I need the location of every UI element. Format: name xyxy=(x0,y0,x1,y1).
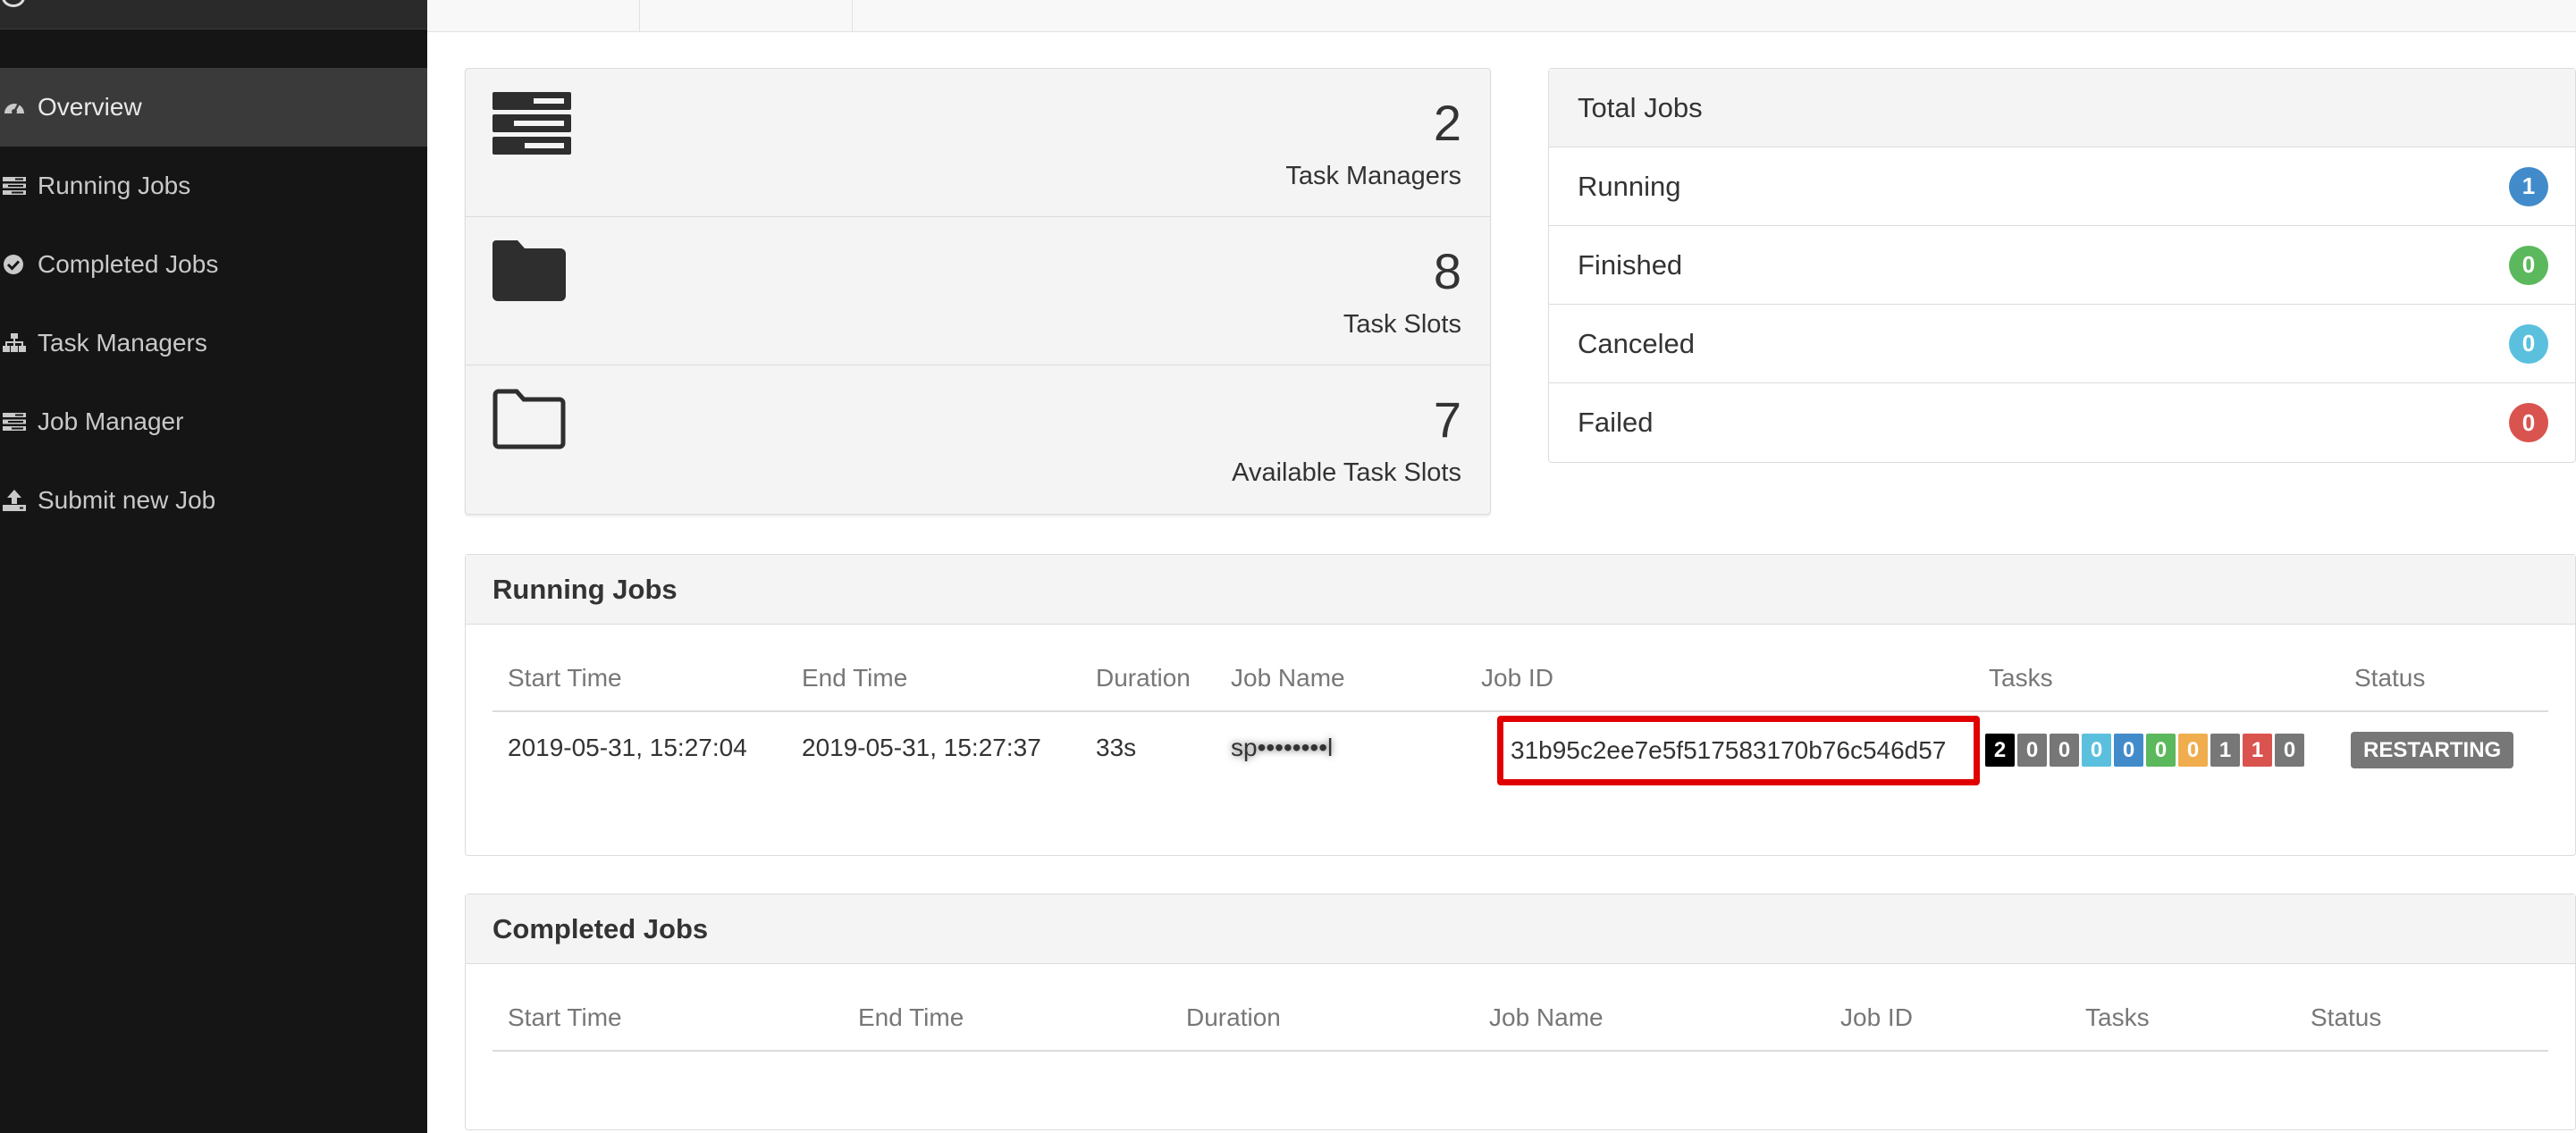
server-icon xyxy=(492,92,571,159)
stat-label: Task Managers xyxy=(1285,162,1461,190)
task-count-badge: 0 xyxy=(2050,734,2079,767)
status-badge: RESTARTING xyxy=(2351,732,2514,768)
cell-job-id: 31b95c2ee7e5f517583170b76c546d57 xyxy=(1511,736,1947,764)
column-header-status[interactable]: Status xyxy=(2354,664,2425,692)
table-row[interactable]: 2019-05-31, 15:27:04 2019-05-31, 15:27:3… xyxy=(492,712,2548,785)
count-badge: 0 xyxy=(2509,403,2548,442)
sidebar-nav: Overview Running Jobs Completed Jobs Tas… xyxy=(0,68,427,540)
column-header-end-time[interactable]: End Time xyxy=(858,1003,964,1032)
jobs-row-label: Failed xyxy=(1578,407,1654,438)
task-count-badge: 0 xyxy=(2146,734,2176,767)
jobs-row-running: Running 1 xyxy=(1549,147,2575,226)
column-header-end-time[interactable]: End Time xyxy=(802,664,907,692)
jobs-row-canceled: Canceled 0 xyxy=(1549,305,2575,383)
check-circle-icon xyxy=(0,254,38,275)
count-badge: 1 xyxy=(2509,166,2548,206)
running-jobs-table: Start Time End Time Duration Job Name Jo… xyxy=(492,651,2548,785)
task-count-badge: 0 xyxy=(2082,734,2111,767)
total-jobs-title: Total Jobs xyxy=(1549,69,2575,147)
stat-available-task-slots: 7 Available Task Slots xyxy=(466,365,1490,514)
column-header-tasks[interactable]: Tasks xyxy=(1989,664,2053,692)
column-header-tasks[interactable]: Tasks xyxy=(2085,1003,2150,1032)
upload-icon xyxy=(0,490,38,511)
tasks-icon xyxy=(0,177,38,195)
sidebar-item-running-jobs[interactable]: Running Jobs xyxy=(0,147,427,225)
stat-task-managers: 2 Task Managers xyxy=(466,69,1490,217)
column-header-status[interactable]: Status xyxy=(2311,1003,2381,1032)
running-jobs-title: Running Jobs xyxy=(466,555,2575,625)
task-count-badge: 0 xyxy=(2178,734,2208,767)
total-jobs-panel: Total Jobs Running 1 Finished 0 Canceled… xyxy=(1548,68,2576,463)
sitemap-icon xyxy=(0,333,38,353)
jobs-row-label: Running xyxy=(1578,170,1681,202)
jobs-row-label: Finished xyxy=(1578,248,1683,281)
column-header-job-id[interactable]: Job ID xyxy=(1840,1003,1913,1032)
completed-jobs-table: Start Time End Time Duration Job Name Jo… xyxy=(492,991,2548,1052)
sidebar-item-label: Submit new Job xyxy=(38,486,216,514)
tasks-icon xyxy=(0,413,38,431)
cluster-stats: 2 Task Managers 8 Task Slots 7 Available… xyxy=(465,68,1491,515)
column-header-job-name[interactable]: Job Name xyxy=(1231,664,1345,692)
top-tab-bar xyxy=(427,0,2576,32)
task-count-badge: 0 xyxy=(2114,734,2143,767)
completed-jobs-panel: Completed Jobs Start Time End Time Durat… xyxy=(465,894,2576,1130)
column-header-job-name[interactable]: Job Name xyxy=(1489,1003,1604,1032)
column-header-job-id[interactable]: Job ID xyxy=(1481,664,1553,692)
sidebar-item-label: Running Jobs xyxy=(38,172,191,199)
sidebar-item-submit-new-job[interactable]: Submit new Job xyxy=(0,461,427,540)
task-count-badge: 2 xyxy=(1985,734,2015,767)
jobs-row-finished: Finished 0 xyxy=(1549,226,2575,305)
sidebar-item-completed-jobs[interactable]: Completed Jobs xyxy=(0,225,427,304)
tab-2[interactable] xyxy=(640,0,853,32)
completed-jobs-title: Completed Jobs xyxy=(466,894,2575,964)
task-count-badge: 0 xyxy=(2275,734,2304,767)
dashboard-icon xyxy=(0,97,38,117)
task-status-counts: 2 0 0 0 0 0 0 1 1 0 xyxy=(1985,734,2304,767)
jobs-row-label: Canceled xyxy=(1578,327,1695,359)
folder-icon xyxy=(492,240,566,306)
column-header-start-time[interactable]: Start Time xyxy=(508,664,622,692)
stat-value: 8 xyxy=(1433,243,1461,299)
stat-value: 7 xyxy=(1433,391,1461,448)
stat-task-slots: 8 Task Slots xyxy=(466,217,1490,365)
sidebar-item-label: Task Managers xyxy=(38,329,207,357)
task-count-badge: 0 xyxy=(2017,734,2047,767)
column-header-duration[interactable]: Duration xyxy=(1096,664,1191,692)
cell-end-time: 2019-05-31, 15:27:37 xyxy=(802,734,1041,761)
table-header: Start Time End Time Duration Job Name Jo… xyxy=(492,991,2548,1052)
sidebar: Overview Running Jobs Completed Jobs Tas… xyxy=(0,0,427,1133)
main-content: 2 Task Managers 8 Task Slots 7 Available… xyxy=(427,32,2576,1133)
sidebar-item-label: Job Manager xyxy=(38,407,184,435)
column-header-start-time[interactable]: Start Time xyxy=(508,1003,622,1032)
folder-open-icon xyxy=(492,389,566,454)
table-header: Start Time End Time Duration Job Name Jo… xyxy=(492,651,2548,712)
tab-1[interactable] xyxy=(427,0,640,32)
column-header-duration[interactable]: Duration xyxy=(1186,1003,1281,1032)
jobs-row-failed: Failed 0 xyxy=(1549,383,2575,462)
sidebar-item-task-managers[interactable]: Task Managers xyxy=(0,304,427,382)
cell-start-time: 2019-05-31, 15:27:04 xyxy=(508,734,747,761)
logo-icon[interactable] xyxy=(0,0,36,9)
stat-value: 2 xyxy=(1433,95,1461,151)
sidebar-item-overview[interactable]: Overview xyxy=(0,68,427,147)
task-count-badge: 1 xyxy=(2210,734,2240,767)
sidebar-header xyxy=(0,0,427,29)
count-badge: 0 xyxy=(2509,323,2548,364)
running-jobs-panel: Running Jobs Start Time End Time Duratio… xyxy=(465,554,2576,856)
stat-label: Task Slots xyxy=(1343,310,1461,339)
sidebar-item-job-manager[interactable]: Job Manager xyxy=(0,382,427,461)
task-count-badge: 1 xyxy=(2243,734,2272,767)
count-badge: 0 xyxy=(2509,245,2548,285)
sidebar-item-label: Completed Jobs xyxy=(38,250,219,278)
sidebar-item-label: Overview xyxy=(38,93,142,121)
cell-job-id-highlighted[interactable]: 31b95c2ee7e5f517583170b76c546d57 xyxy=(1497,716,1980,785)
cell-duration: 33s xyxy=(1096,734,1137,761)
cell-job-name: sp••••••••l xyxy=(1231,734,1334,761)
stat-label: Available Task Slots xyxy=(1232,458,1461,487)
